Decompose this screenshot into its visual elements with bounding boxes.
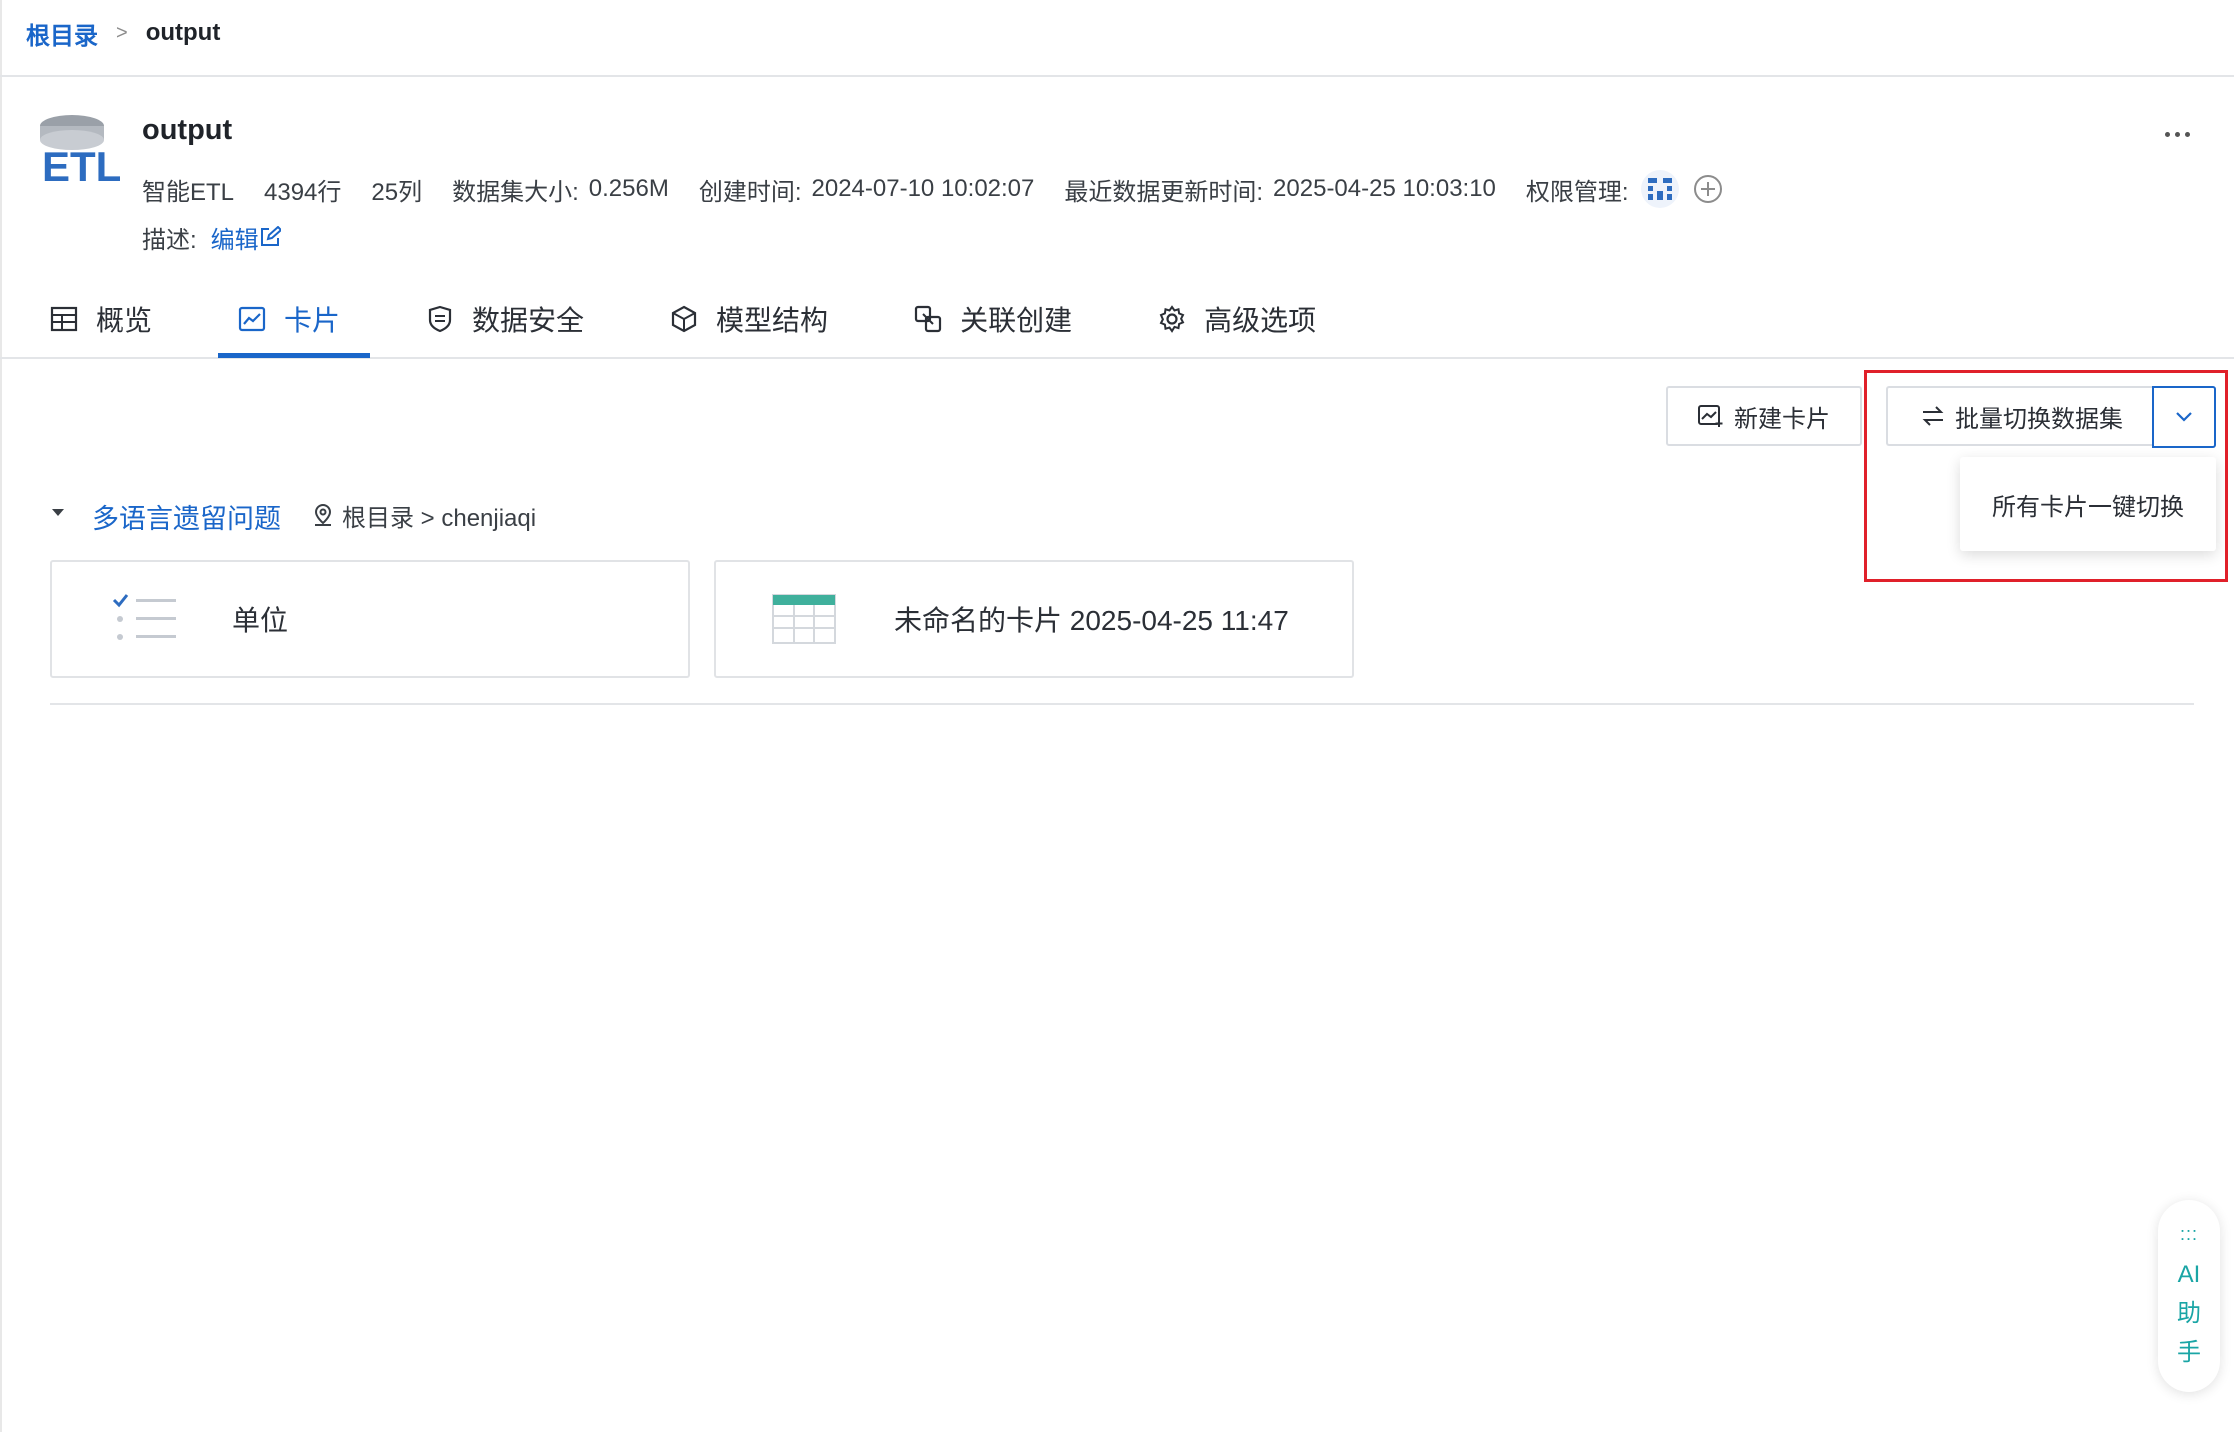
more-options-icon[interactable] <box>2165 128 2197 140</box>
tab-linked-create[interactable]: 关联创建 <box>914 296 1072 342</box>
dropdown-item-switch-all-cards[interactable]: 所有卡片一键切换 <box>1960 457 2216 551</box>
updated-time-label: 最近数据更新时间: <box>1064 178 1264 206</box>
batch-switch-dataset-button[interactable]: 批量切换数据集 <box>1886 386 2156 446</box>
group-title[interactable]: 多语言遗留问题 <box>92 497 281 536</box>
description-label: 描述: <box>142 226 197 254</box>
link-icon <box>914 305 942 333</box>
tab-cards[interactable]: 卡片 <box>238 296 340 342</box>
checklist-icon <box>112 594 176 640</box>
gear-icon <box>1159 305 1185 333</box>
tab-overview-label: 概览 <box>96 305 153 336</box>
group-collapse-caret-icon[interactable] <box>52 509 64 516</box>
tab-bar: 概览 卡片 数据安全 模型结构 关联创建 高级选项 <box>50 296 1402 358</box>
updated-time-value: 2025-04-25 10:03:10 <box>1273 175 1496 202</box>
breadcrumb-current: output <box>145 19 221 46</box>
breadcrumb: 根目录 > output <box>26 16 220 50</box>
svg-text:ETL: ETL <box>42 143 120 185</box>
new-card-icon <box>1698 405 1723 427</box>
ai-assistant-label-2: 助 <box>2177 1300 2201 1327</box>
left-border <box>0 0 2 1432</box>
breadcrumb-separator: > <box>116 21 128 44</box>
batch-switch-label: 批量切换数据集 <box>1955 405 2123 433</box>
dataset-rows: 4394行 <box>264 178 342 206</box>
tab-cards-label: 卡片 <box>284 305 341 336</box>
dataset-meta: 智能ETL 4394行 25列 数据集大小: 0.256M 创建时间: 2024… <box>142 170 1723 208</box>
add-permission-icon[interactable] <box>1693 174 1723 204</box>
dataset-columns: 25列 <box>371 178 423 206</box>
edit-icon <box>260 226 281 246</box>
chevron-down-icon <box>2176 412 2192 422</box>
description-row: 描述: 编辑 <box>142 220 281 254</box>
permission-label: 权限管理: <box>1525 178 1629 206</box>
active-tab-indicator <box>218 353 370 358</box>
tab-data-security[interactable]: 数据安全 <box>426 296 584 342</box>
tab-data-security-label: 数据安全 <box>472 305 585 336</box>
created-time-label: 创建时间: <box>698 178 802 206</box>
table-icon <box>50 306 78 332</box>
new-card-label: 新建卡片 <box>1734 405 1830 433</box>
header-divider <box>0 75 2234 77</box>
edit-description-text: 编辑 <box>210 226 259 254</box>
dataset-type: 智能ETL <box>142 178 235 206</box>
tab-advanced-label: 高级选项 <box>1204 305 1317 336</box>
permission-avatar-icon[interactable] <box>1640 170 1679 208</box>
dataset-title: output <box>142 114 233 146</box>
ai-assistant-button[interactable]: ::: AI 助 手 <box>2158 1200 2220 1392</box>
card-unit[interactable]: 单位 <box>50 560 690 678</box>
tab-model-structure-label: 模型结构 <box>716 305 829 336</box>
new-card-button[interactable]: 新建卡片 <box>1666 386 1862 446</box>
group-location: 根目录 > chenjiaqi <box>312 498 536 532</box>
card-untitled[interactable]: 未命名的卡片 2025-04-25 11:47 <box>714 560 1354 678</box>
breadcrumb-root-link[interactable]: 根目录 <box>26 16 98 51</box>
swap-icon <box>1922 406 1944 426</box>
ai-assistant-label-1: AI <box>2177 1261 2201 1288</box>
drag-dots-icon: ::: <box>2179 1224 2198 1244</box>
batch-switch-dropdown-toggle[interactable] <box>2152 386 2216 448</box>
group-divider <box>50 703 2194 705</box>
shield-icon <box>428 305 452 333</box>
tab-model-structure[interactable]: 模型结构 <box>670 296 828 342</box>
cube-icon <box>671 305 697 333</box>
tab-advanced[interactable]: 高级选项 <box>1158 296 1316 342</box>
card-untitled-label: 未命名的卡片 2025-04-25 11:47 <box>894 605 1289 636</box>
tab-overview[interactable]: 概览 <box>50 296 152 342</box>
created-time-value: 2024-07-10 10:02:07 <box>811 175 1035 202</box>
dataset-size-label: 数据集大小: <box>452 178 579 206</box>
tab-linked-create-label: 关联创建 <box>960 305 1073 336</box>
group-location-text: 根目录 > chenjiaqi <box>342 504 537 532</box>
chart-line-icon <box>238 306 266 332</box>
edit-description-link[interactable]: 编辑 <box>211 220 281 255</box>
ai-assistant-label-3: 手 <box>2177 1339 2201 1366</box>
dataset-size-value: 0.256M <box>588 175 669 202</box>
location-icon <box>314 503 332 526</box>
table-chart-icon <box>772 594 836 644</box>
etl-database-icon: ETL <box>36 113 121 190</box>
dropdown-item-label: 所有卡片一键切换 <box>1992 493 2184 521</box>
card-unit-label: 单位 <box>232 605 289 636</box>
